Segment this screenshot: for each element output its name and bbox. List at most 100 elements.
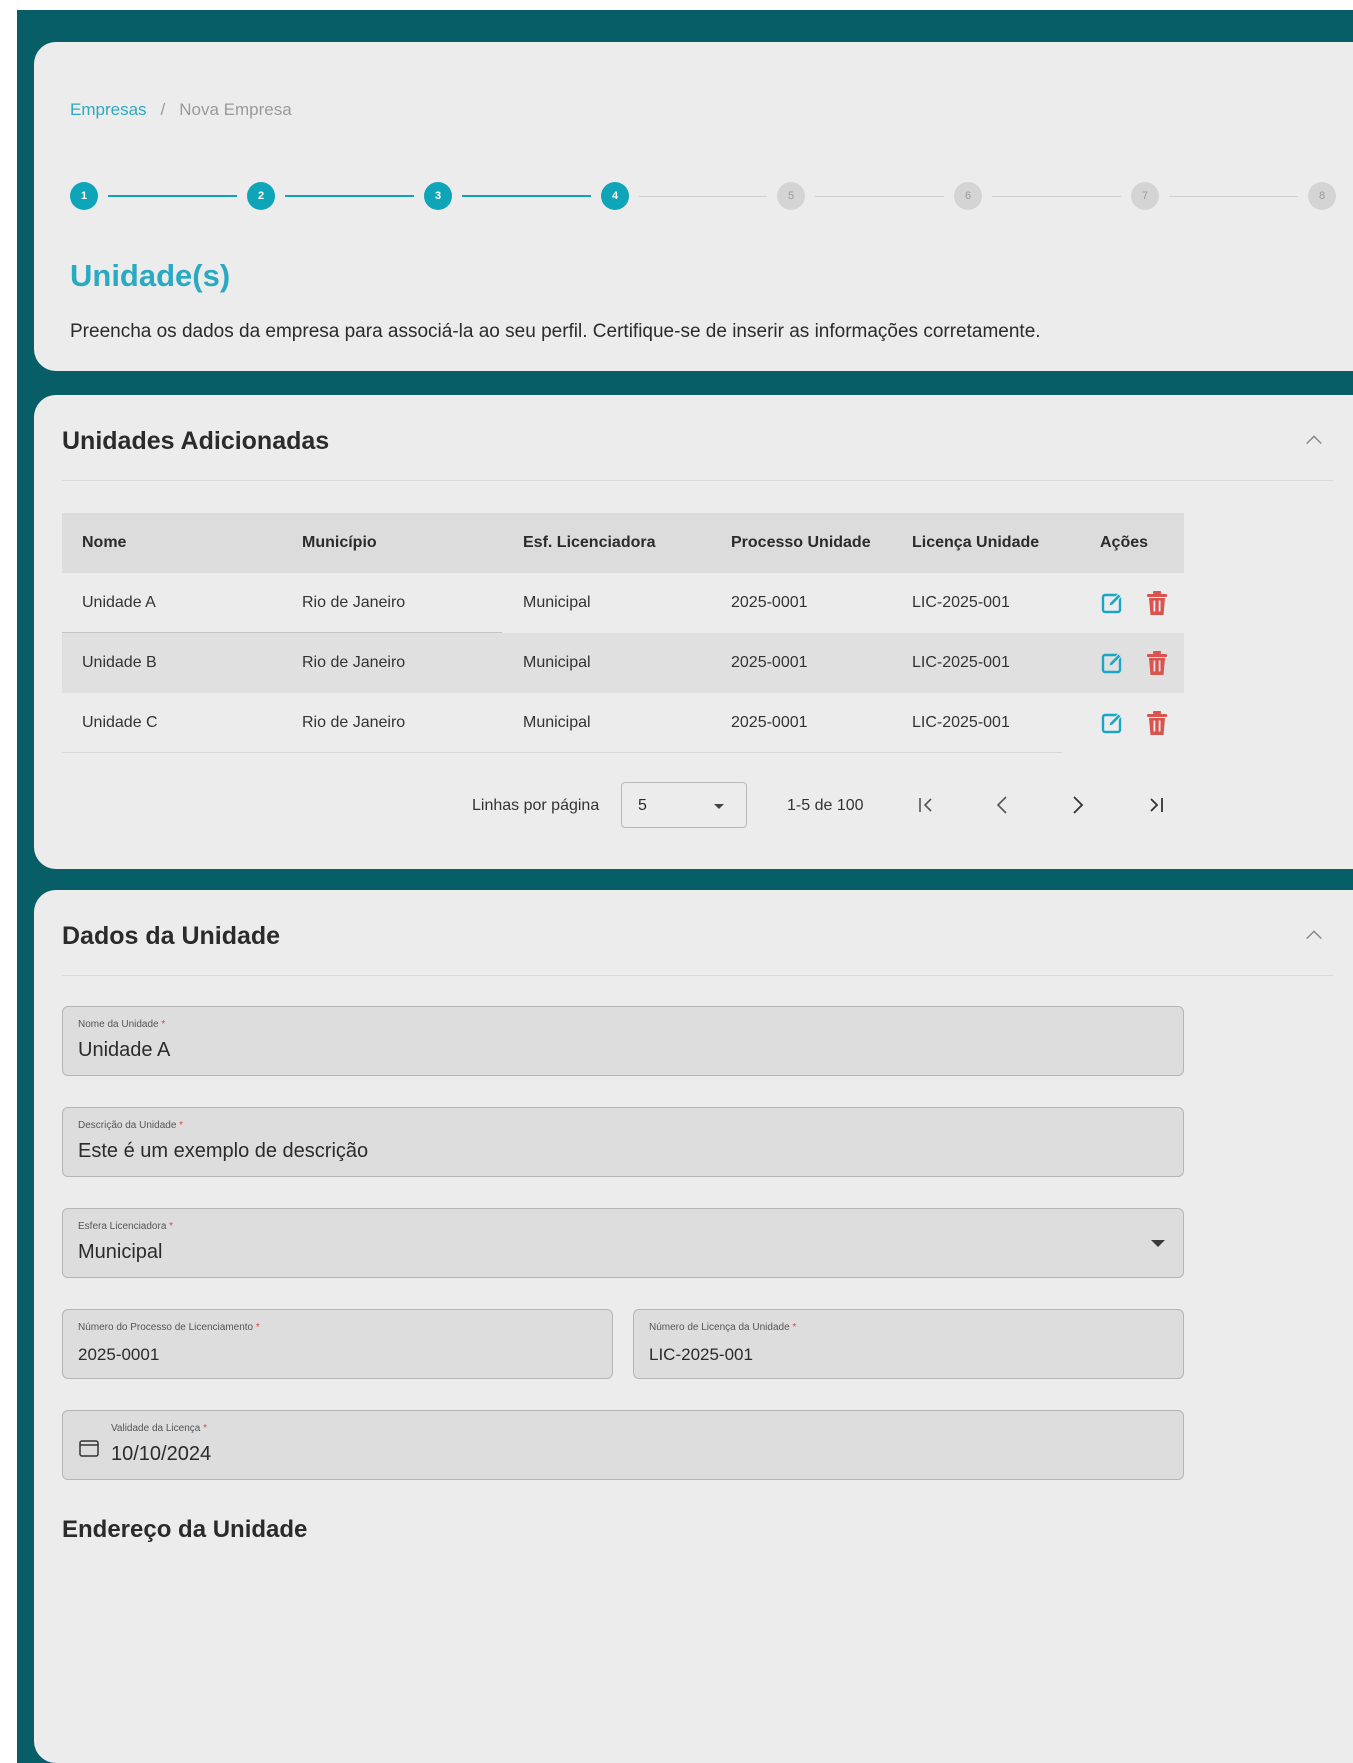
first-page-icon (919, 798, 932, 812)
trash-icon[interactable] (1146, 650, 1168, 676)
cell-processo: 2025-0001 (731, 654, 808, 671)
rows-per-page-label: Linhas por página (472, 797, 600, 814)
unit-license-field[interactable]: Número de Licença da Unidade * LIC-2025-… (633, 1309, 1184, 1379)
pagination-range: 1-5 de 100 (787, 797, 864, 814)
unit-description-value: Este é um exemplo de descrição (78, 1140, 369, 1162)
stepper-connector (462, 195, 591, 197)
chevron-left-icon (996, 796, 1007, 814)
stepper-step-7[interactable]: 7 (1131, 182, 1159, 210)
unit-form-header: Dados da Unidade (62, 890, 1333, 976)
chevron-up-icon[interactable] (1303, 924, 1325, 946)
stepper-step-1[interactable]: 1 (70, 182, 98, 210)
unit-license-label: Número de Licença da Unidade * (649, 1322, 796, 1333)
license-validity-label-text: Validade da Licença (111, 1423, 201, 1434)
required-mark: * (792, 1322, 797, 1333)
license-validity-value: 10/10/2024 (111, 1443, 212, 1465)
cell-licenca: LIC-2025-001 (912, 654, 1010, 671)
chevron-right-icon (1073, 796, 1084, 814)
stepper: 1 2 3 4 5 6 7 8 (70, 182, 1336, 212)
column-header-acoes: Ações (1100, 534, 1149, 551)
unit-name-value: Unidade A (78, 1039, 171, 1061)
column-header-processo: Processo Unidade (731, 534, 871, 551)
edit-icon[interactable] (1100, 591, 1124, 615)
license-validity-label: Validade da Licença * (111, 1423, 207, 1434)
unit-form-card: Dados da Unidade Nome da Unidade * Unida… (34, 890, 1353, 1763)
table-header-row: Nome Município Esf. Licenciadora Process… (62, 513, 1184, 573)
calendar-icon[interactable] (79, 1439, 99, 1457)
page-description: Preencha os dados da empresa para associ… (70, 321, 1041, 342)
required-mark: * (203, 1423, 208, 1434)
stepper-step-3[interactable]: 3 (424, 182, 452, 210)
edit-icon[interactable] (1100, 651, 1124, 675)
required-mark: * (161, 1019, 166, 1030)
license-validity-field[interactable]: Validade da Licença * 10/10/2024 (62, 1410, 1184, 1480)
stepper-connector (1169, 196, 1298, 197)
stepper-connector (639, 196, 767, 197)
breadcrumb-separator: / (160, 100, 166, 119)
stepper-connector (815, 196, 944, 197)
stepper-connector (108, 195, 237, 197)
cell-nome: Unidade B (82, 654, 157, 671)
unit-name-label-text: Nome da Unidade (78, 1019, 159, 1030)
breadcrumb: Empresas / Nova Empresa (70, 100, 292, 120)
cell-nome: Unidade A (82, 594, 156, 611)
table-row[interactable]: Unidade A Rio de Janeiro Municipal 2025-… (62, 573, 1184, 633)
unit-name-field[interactable]: Nome da Unidade * Unidade A (62, 1006, 1184, 1076)
unit-description-label: Descrição da Unidade * (78, 1120, 183, 1131)
stepper-connector (992, 196, 1121, 197)
stepper-connector (285, 195, 414, 197)
first-page-button[interactable] (914, 792, 938, 818)
breadcrumb-current: Nova Empresa (179, 100, 292, 119)
required-mark: * (179, 1120, 184, 1131)
units-table-title: Unidades Adicionadas (62, 427, 330, 455)
breadcrumb-empresas-link[interactable]: Empresas (70, 100, 147, 119)
unit-name-label: Nome da Unidade * (78, 1019, 165, 1030)
licensing-process-value: 2025-0001 (78, 1345, 160, 1364)
cell-nome: Unidade C (82, 714, 158, 731)
licensing-sphere-label: Esfera Licenciadora * (78, 1221, 173, 1232)
units-table-card: Unidades Adicionadas Nome Município Esf.… (34, 395, 1353, 869)
column-header-licenca: Licença Unidade (912, 534, 1040, 551)
cell-processo: 2025-0001 (731, 594, 808, 611)
units-table: Nome Município Esf. Licenciadora Process… (62, 513, 1184, 753)
address-section-title: Endereço da Unidade (62, 1516, 308, 1543)
unit-license-value: LIC-2025-001 (649, 1345, 753, 1364)
chevron-up-icon[interactable] (1303, 429, 1325, 451)
stepper-step-2[interactable]: 2 (247, 182, 275, 210)
table-row[interactable]: Unidade B Rio de Janeiro Municipal 2025-… (62, 633, 1184, 693)
cell-licenca: LIC-2025-001 (912, 714, 1010, 731)
edit-icon[interactable] (1100, 711, 1124, 735)
unit-license-label-text: Número de Licença da Unidade (649, 1322, 790, 1333)
cell-esfera: Municipal (523, 594, 591, 611)
required-mark: * (169, 1221, 174, 1232)
column-header-nome: Nome (82, 534, 127, 551)
rows-per-page-select[interactable]: 5 (621, 782, 747, 828)
last-page-button[interactable] (1144, 792, 1168, 818)
licensing-sphere-select[interactable]: Esfera Licenciadora * Municipal (62, 1208, 1184, 1278)
caret-down-icon (1151, 1240, 1165, 1247)
licensing-sphere-value: Municipal (78, 1241, 163, 1263)
rows-per-page-value: 5 (638, 797, 647, 814)
stepper-step-5[interactable]: 5 (777, 182, 805, 210)
column-header-esfera: Esf. Licenciadora (523, 534, 656, 551)
previous-page-button[interactable] (990, 792, 1014, 818)
licensing-process-label-text: Número do Processo de Licenciamento (78, 1322, 254, 1333)
unit-form-title: Dados da Unidade (62, 922, 281, 950)
licensing-sphere-label-text: Esfera Licenciadora (78, 1221, 167, 1232)
trash-icon[interactable] (1146, 590, 1168, 616)
unit-description-field[interactable]: Descrição da Unidade * Este é um exemplo… (62, 1107, 1184, 1177)
row-actions (1100, 633, 1168, 693)
stepper-step-8[interactable]: 8 (1308, 182, 1336, 210)
table-row[interactable]: Unidade C Rio de Janeiro Municipal 2025-… (62, 693, 1184, 753)
licensing-process-field[interactable]: Número do Processo de Licenciamento * 20… (62, 1309, 613, 1379)
stepper-step-6[interactable]: 6 (954, 182, 982, 210)
pagination: Linhas por página 5 1-5 de 100 (34, 782, 1353, 830)
cell-municipio: Rio de Janeiro (302, 654, 406, 671)
cell-processo: 2025-0001 (731, 714, 808, 731)
column-header-municipio: Município (302, 534, 377, 551)
header-card: Empresas / Nova Empresa 1 2 3 4 5 6 7 8 Unidade(s… (34, 42, 1353, 371)
next-page-button[interactable] (1066, 792, 1090, 818)
cell-esfera: Municipal (523, 654, 591, 671)
stepper-step-4[interactable]: 4 (601, 182, 629, 210)
trash-icon[interactable] (1146, 710, 1168, 736)
